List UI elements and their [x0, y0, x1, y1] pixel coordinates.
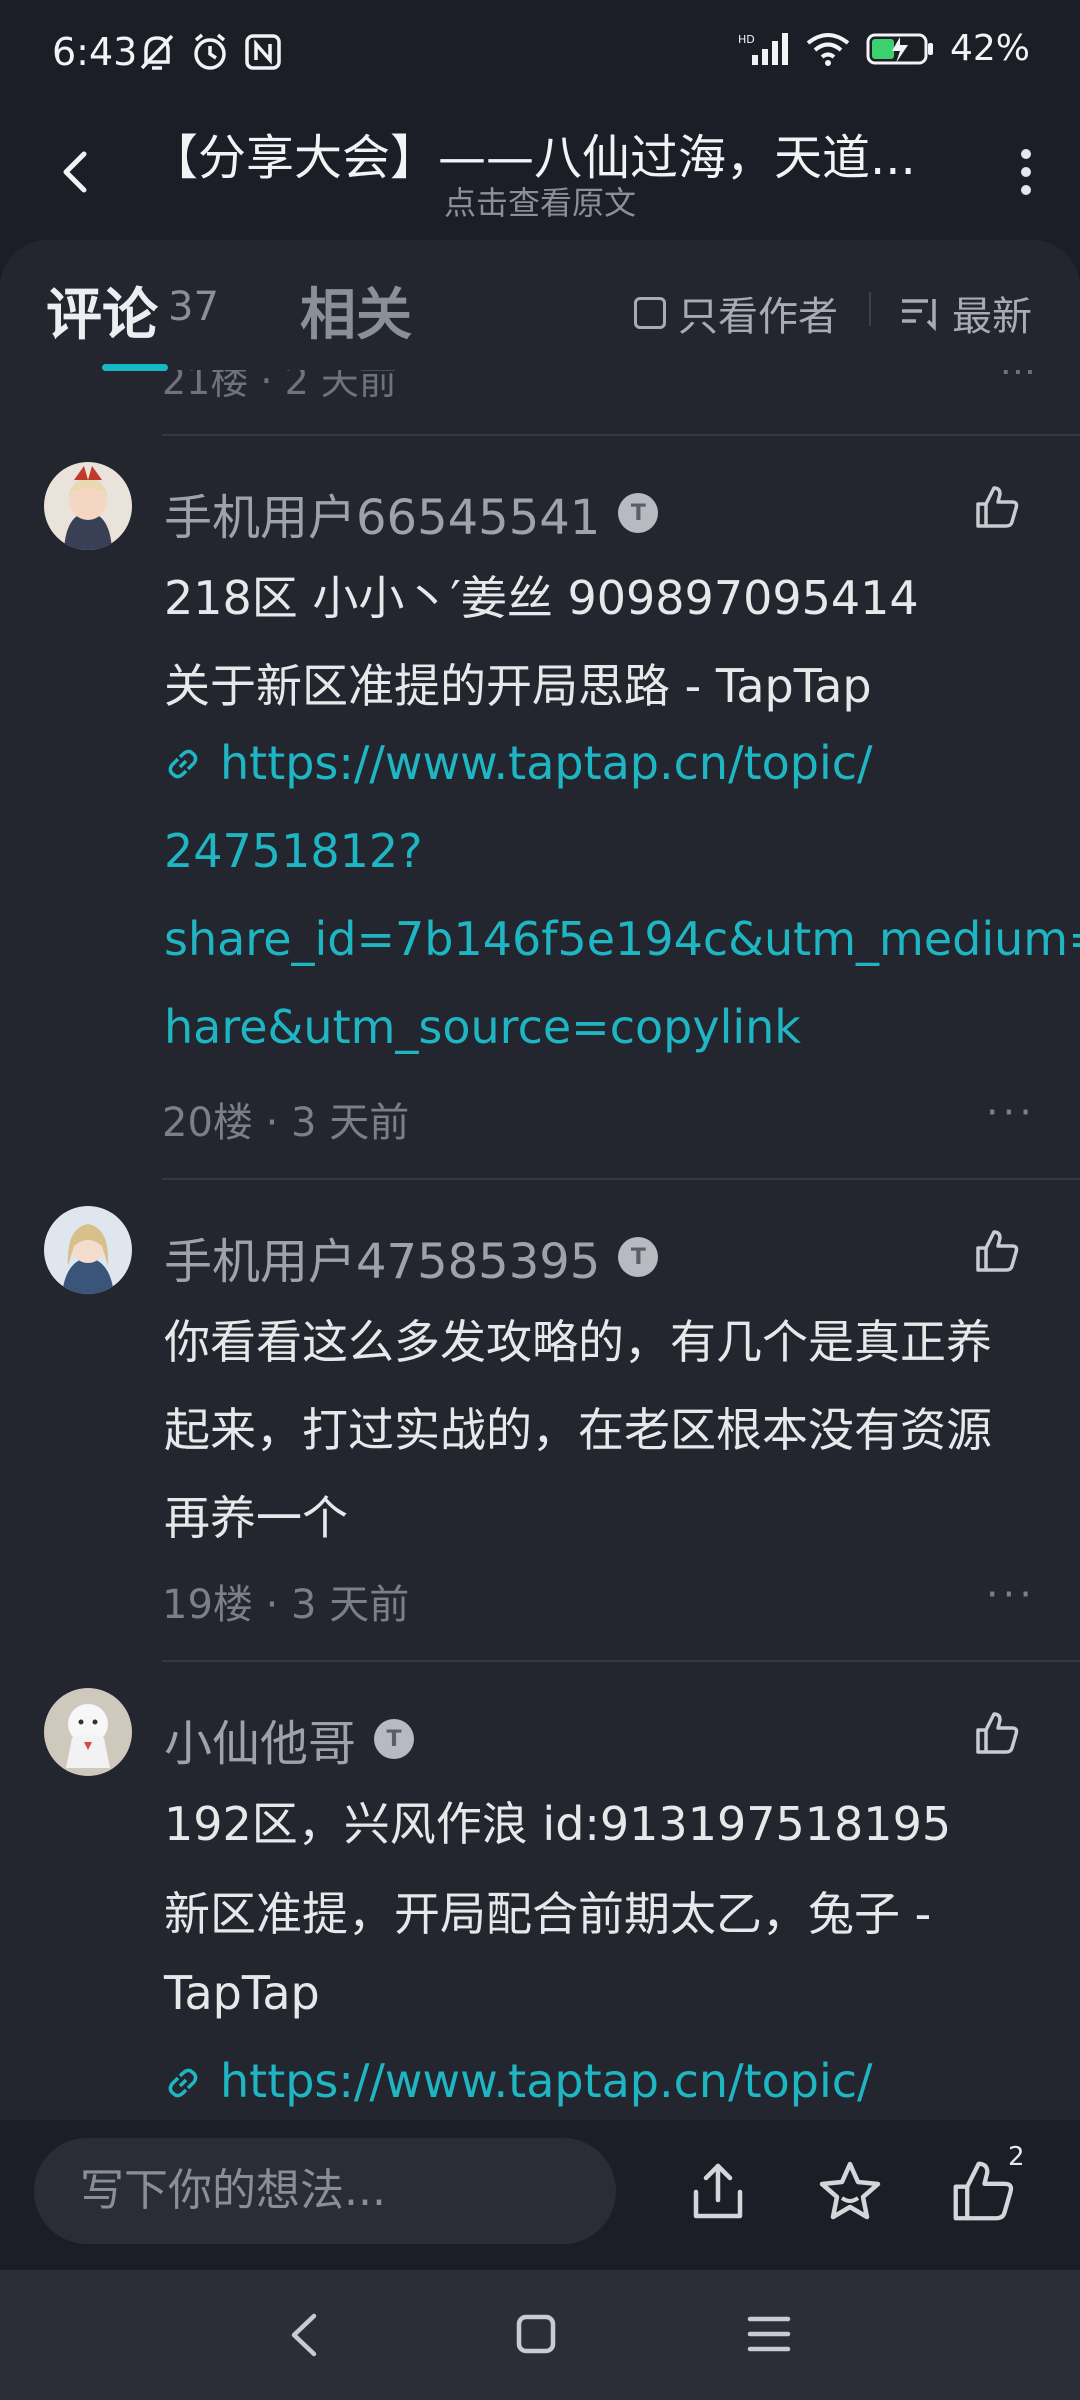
- tab-comments[interactable]: 评论: [46, 270, 158, 351]
- hd-signal-icon: HD: [738, 32, 788, 65]
- level-badge: T: [374, 1719, 415, 1759]
- wifi-icon: [806, 32, 850, 66]
- level-badge: T: [618, 493, 659, 533]
- battery-percent: 42%: [949, 28, 1030, 69]
- comment-meta: 20楼 · 3 天前: [162, 1100, 410, 1146]
- comment-link[interactable]: https://www.taptap.cn/topic/: [220, 736, 873, 790]
- svg-text:HD: HD: [738, 33, 755, 46]
- author-only-label: 只看作者: [678, 294, 838, 340]
- sort-button[interactable]: 最新: [900, 284, 1032, 342]
- thumbs-up-icon[interactable]: [950, 2158, 1016, 2224]
- comment-username[interactable]: 手机用户66545541 T: [164, 478, 659, 548]
- like-count: 2: [1008, 2142, 1025, 2172]
- username-text: 手机用户66545541: [164, 490, 601, 546]
- more-vertical-icon[interactable]: [1014, 144, 1038, 200]
- nav-back-icon[interactable]: [282, 2310, 326, 2360]
- link-icon: [168, 2068, 198, 2098]
- comment-link[interactable]: hare&utm_source=copylink: [164, 1000, 801, 1054]
- thumbs-up-icon[interactable]: [974, 1228, 1020, 1274]
- nav-menu-icon[interactable]: [746, 2314, 792, 2354]
- comment-text-line: 你看看这么多发攻略的，有几个是真正养: [164, 1315, 992, 1369]
- comment-divider: [162, 1660, 1080, 1662]
- more-dots-icon[interactable]: ···: [986, 1090, 1036, 1136]
- avatar[interactable]: [44, 1688, 132, 1776]
- status-bar: 6:43 HD 42%: [0, 0, 1080, 110]
- comment-text-line: 再养一个: [164, 1491, 348, 1545]
- comment-text-line: 新区准提，开局配合前期太乙，兔子 -: [164, 1887, 932, 1941]
- share-icon[interactable]: [688, 2160, 748, 2222]
- username-text: 手机用户47585395: [164, 1234, 601, 1290]
- author-only-toggle[interactable]: 只看作者: [634, 284, 838, 342]
- active-tab-indicator: [102, 364, 168, 371]
- nav-home-icon[interactable]: [516, 2314, 556, 2354]
- tab-related[interactable]: 相关: [300, 270, 412, 351]
- comment-text-line: 起来，打过实战的，在老区根本没有资源: [164, 1403, 992, 1457]
- tab-divider: [869, 292, 871, 326]
- comment-text-line: 218区 小小丶′姜丝 909897095414: [164, 571, 919, 625]
- username-text: 小仙他哥: [164, 1716, 357, 1772]
- comments-count: 37: [168, 284, 219, 330]
- comment-meta: 19楼 · 3 天前: [162, 1582, 410, 1628]
- comment-text-line: 192区，兴风作浪 id:913197518195: [164, 1797, 952, 1851]
- star-favorite-icon[interactable]: [818, 2160, 882, 2222]
- level-badge: T: [618, 1237, 659, 1277]
- comment-text-line: 关于新区准提的开局思路 - TapTap: [164, 659, 872, 713]
- link-icon: [168, 749, 198, 779]
- comment-username[interactable]: 手机用户47585395 T: [164, 1222, 659, 1292]
- comment-text-line: TapTap: [164, 1966, 320, 2020]
- tab-bar: 评论 37 相关 只看作者 最新: [0, 240, 1080, 371]
- system-nav-bar: [0, 2270, 1080, 2400]
- thumbs-up-icon[interactable]: [974, 1710, 1020, 1756]
- status-time: 6:43: [52, 30, 138, 74]
- avatar[interactable]: [44, 1206, 132, 1294]
- view-original-link[interactable]: 点击查看原文: [0, 178, 1080, 224]
- battery-icon: [866, 33, 933, 64]
- comment-link[interactable]: 24751812?: [164, 824, 423, 878]
- comment-username[interactable]: 小仙他哥 T: [164, 1704, 415, 1774]
- checkbox-icon[interactable]: [634, 297, 666, 329]
- sort-icon: [902, 299, 936, 331]
- alarm-icon: [194, 33, 226, 70]
- comment-divider: [162, 434, 1080, 436]
- comment-divider: [162, 1178, 1080, 1180]
- thumbs-up-icon[interactable]: [974, 484, 1020, 530]
- sort-label: 最新: [952, 294, 1032, 340]
- comments-panel: 评论 37 相关 只看作者 最新 21楼 · 2 天前 ··· 手机用户6654…: [0, 240, 1080, 2120]
- comment-link[interactable]: https://www.taptap.cn/topic/: [220, 2054, 873, 2108]
- avatar[interactable]: [44, 462, 132, 550]
- comment-input[interactable]: 写下你的想法...: [34, 2138, 616, 2244]
- post-header: 【分享大会】——八仙过海，天道... 点击查看原文: [0, 110, 1080, 240]
- more-dots-icon[interactable]: ···: [986, 1572, 1036, 1618]
- comment-input-bar: 写下你的想法... 2: [0, 2120, 1080, 2270]
- mute-bell-icon: [140, 34, 174, 70]
- comment-link[interactable]: share_id=7b146f5e194c&utm_medium=s: [164, 912, 1080, 966]
- nfc-icon: [245, 34, 281, 70]
